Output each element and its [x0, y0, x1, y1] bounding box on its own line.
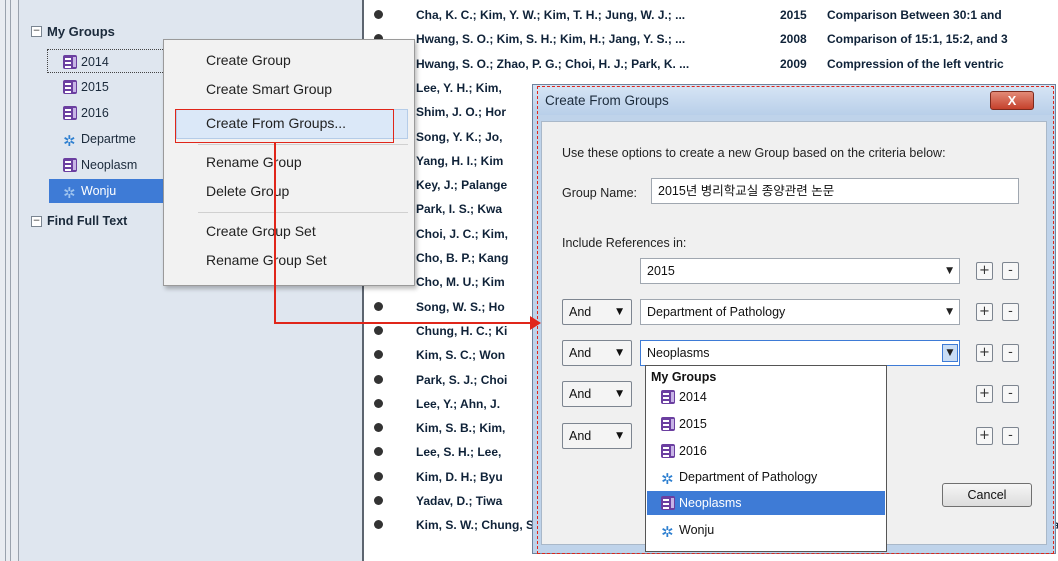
- group-icon: [63, 55, 77, 69]
- annotation-dashed-box: [537, 86, 1054, 554]
- menu-item-delete-group[interactable]: Delete Group: [206, 183, 289, 199]
- read-status-dot-icon: [374, 471, 383, 481]
- menu-item-create-group-set[interactable]: Create Group Set: [206, 223, 316, 239]
- reference-authors: Lee, S. H.; Lee,: [416, 445, 502, 460]
- menu-item-rename-group[interactable]: Rename Group: [206, 154, 302, 170]
- reference-authors: Chung, H. C.; Ki: [416, 323, 508, 338]
- reference-authors: Cho, M. U.; Kim: [416, 275, 505, 290]
- reference-authors: Hwang, S. O.; Kim, S. H.; Kim, H.; Jang,…: [416, 32, 686, 47]
- menu-item-create-smart-group[interactable]: Create Smart Group: [206, 81, 332, 97]
- reference-year: 2015: [780, 8, 807, 22]
- reference-authors: Key, J.; Palange: [416, 178, 508, 193]
- find-full-text-header[interactable]: Find Full Text: [47, 214, 127, 228]
- reference-authors: Hwang, S. O.; Zhao, P. G.; Choi, H. J.; …: [416, 56, 690, 71]
- reference-authors: Cho, B. P.; Kang: [416, 251, 509, 265]
- table-row[interactable]: Hwang, S. O.; Kim, S. H.; Kim, H.; Jang,…: [366, 29, 1058, 50]
- reference-authors: Park, S. J.; Choi: [416, 372, 508, 387]
- annotation-arrow-line: [274, 322, 532, 324]
- reference-authors: Yadav, D.; Tiwa: [416, 494, 503, 508]
- group-icon: [63, 80, 77, 94]
- menu-separator: [198, 144, 408, 145]
- menu-separator: [198, 212, 408, 213]
- group-icon: [63, 106, 77, 120]
- read-status-dot-icon: [374, 423, 383, 433]
- reference-authors: Kim, S. B.; Kim,: [416, 421, 506, 436]
- read-status-dot-icon: [374, 447, 383, 457]
- read-status-dot-icon: [374, 301, 383, 311]
- context-menu[interactable]: Create Group Create Smart Group Create F…: [163, 39, 415, 286]
- read-status-dot-icon: [374, 10, 383, 19]
- read-status-dot-icon: [374, 325, 383, 335]
- smart-group-icon: ✲: [63, 184, 76, 202]
- read-status-dot-icon: [374, 374, 383, 384]
- menu-item-create-group[interactable]: Create Group: [206, 52, 291, 68]
- reference-title: Compression of the left ventric: [827, 56, 1004, 71]
- reference-authors: Lee, Y. H.; Kim,: [416, 80, 502, 95]
- table-row[interactable]: Hwang, S. O.; Zhao, P. G.; Choi, H. J.; …: [366, 54, 1058, 75]
- smart-group-icon: ✲: [63, 132, 76, 150]
- reference-authors: Song, W. S.; Ho: [416, 299, 505, 314]
- reference-authors: Yang, H. I.; Kim: [416, 153, 504, 168]
- annotation-arrow-line: [274, 142, 276, 324]
- annotation-highlight-box: [175, 109, 394, 143]
- read-status-dot-icon: [374, 496, 383, 505]
- collapse-toggle-icon[interactable]: −: [31, 26, 42, 37]
- reference-authors: Cha, K. C.; Kim, Y. W.; Kim, T. H.; Jung…: [416, 8, 686, 22]
- reference-title: Comparison of 15:1, 15:2, and 3: [827, 32, 1008, 47]
- reference-authors: Shim, J. O.; Hor: [416, 105, 507, 120]
- collapse-toggle-icon[interactable]: −: [31, 216, 42, 227]
- read-status-dot-icon: [374, 520, 383, 530]
- reference-authors: Lee, Y.; Ahn, J.: [416, 396, 501, 411]
- group-icon: [63, 158, 77, 172]
- reference-authors: Kim, D. H.; Byu: [416, 469, 503, 484]
- reference-year: 2009: [780, 56, 807, 71]
- read-status-dot-icon: [374, 398, 383, 408]
- my-groups-header[interactable]: My Groups: [47, 24, 115, 39]
- annotation-arrowhead: [530, 316, 541, 330]
- reference-year: 2008: [780, 32, 807, 47]
- reference-title: Comparison Between 30:1 and: [827, 8, 1002, 22]
- menu-item-rename-group-set[interactable]: Rename Group Set: [206, 252, 327, 268]
- reference-authors: Park, I. S.; Kwa: [416, 202, 503, 217]
- reference-authors: Choi, J. C.; Kim,: [416, 226, 509, 241]
- read-status-dot-icon: [374, 350, 383, 360]
- reference-authors: Song, Y. K.; Jo,: [416, 129, 503, 144]
- table-row[interactable]: Cha, K. C.; Kim, Y. W.; Kim, T. H.; Jung…: [366, 5, 1058, 26]
- frame-divider: [5, 0, 6, 561]
- reference-authors: Kim, S. C.; Won: [416, 348, 506, 363]
- sidebar-item-2014[interactable]: 2014: [47, 49, 175, 73]
- frame-divider: [10, 0, 11, 561]
- window-frame-left: [0, 0, 19, 561]
